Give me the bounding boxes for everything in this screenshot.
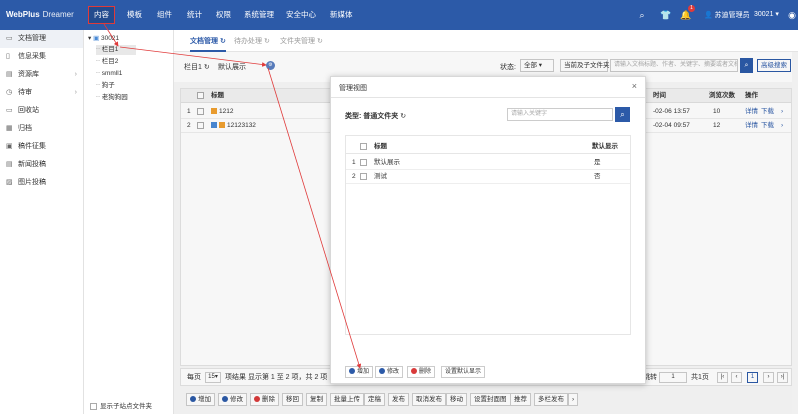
checkbox[interactable]: [90, 402, 97, 410]
sidebar-item-pending[interactable]: ◷ 待审 ›: [0, 84, 83, 102]
row-checkbox[interactable]: [360, 173, 367, 180]
row-default: 是: [594, 159, 601, 166]
user-icon: 👤: [704, 12, 713, 19]
archive-icon: ▦: [6, 125, 13, 132]
brand-logo: WebPlus Dreamer: [6, 10, 74, 19]
view-table: 标题 默认显示 1 默认展示 是 2 测试 否: [345, 135, 631, 335]
sidebar: ▭ 文档管理 ▯ 信息采集 ▤ 资源库 › ◷ 待审 › ▭ 回收站 ▦ 归档 ▣ 稿件征集 ▤ 新…: [0, 30, 84, 414]
nav-permission[interactable]: 权限: [216, 8, 231, 22]
clock-icon: ◷: [6, 89, 13, 96]
tree-node[interactable]: ┄ 栏目2: [96, 57, 118, 67]
sidebar-item-solicit[interactable]: ▣ 稿件征集: [0, 138, 83, 156]
delete-icon: [411, 368, 417, 375]
row-number: 2: [352, 173, 356, 180]
dialog-search-button[interactable]: ⌕: [615, 107, 630, 122]
site-selector[interactable]: 30021 ▾: [754, 10, 779, 18]
table-header: 标题 默认显示: [346, 140, 630, 154]
scrollbar[interactable]: [792, 52, 798, 414]
folder-tree: ▾ ▣ 30021 ┄ 栏目1 ┄ 栏目2 ┄ smmll1 ┄ 狗子 ┄ 老狗…: [84, 30, 174, 414]
tab-pending[interactable]: 待办处理 ↻: [234, 36, 270, 52]
caret-down-icon: ▾: [88, 35, 92, 42]
tab-bar: 文档管理 ↻ 待办处理 ↻ 文件夹管理 ↻: [174, 30, 798, 52]
nav-template[interactable]: 模板: [127, 8, 142, 22]
chevron-right-icon: ›: [74, 71, 77, 78]
row-number: 1: [352, 159, 356, 166]
tree-node[interactable]: ┄ 狗子: [96, 81, 115, 91]
col-title: 标题: [374, 143, 387, 150]
folder-icon: ▭: [6, 35, 13, 42]
eye-icon[interactable]: ◉: [786, 9, 798, 21]
refresh-icon: ↻: [219, 38, 226, 45]
sidebar-item-collect[interactable]: ▯ 信息采集: [0, 48, 83, 66]
manage-view-dialog: 管理视图 × 类型: 普通文件夹 ↻ 请输入关键字 ⌕ 标题 默认显示 1 默认…: [330, 76, 646, 384]
news-icon: ▤: [6, 161, 13, 168]
notification-badge: 1: [688, 5, 695, 12]
site-icon: ▣: [93, 35, 100, 42]
sidebar-item-archive[interactable]: ▦ 归档: [0, 120, 83, 138]
image-icon: ▨: [6, 179, 13, 186]
refresh-icon[interactable]: ↻: [400, 113, 406, 120]
delete-view-button[interactable]: 删除: [407, 366, 436, 378]
row-checkbox[interactable]: [360, 159, 367, 166]
nav-stats[interactable]: 统计: [187, 8, 202, 22]
user-menu[interactable]: 👤 苏迪管理员: [704, 10, 750, 20]
nav-media[interactable]: 新媒体: [330, 8, 353, 22]
refresh-icon: ↻: [316, 38, 323, 45]
nav-component[interactable]: 组件: [157, 8, 172, 22]
divider: [331, 97, 645, 98]
close-icon[interactable]: ×: [632, 81, 637, 91]
trash-icon: ▭: [6, 107, 13, 114]
table-row[interactable]: 1 默认展示 是: [346, 156, 630, 170]
dialog-search-input[interactable]: 请输入关键字: [507, 108, 613, 121]
sidebar-item-resources[interactable]: ▤ 资源库 ›: [0, 66, 83, 84]
row-default: 否: [594, 173, 601, 180]
tab-docs[interactable]: 文档管理 ↻: [190, 36, 226, 52]
search-icon: ⌕: [620, 110, 625, 119]
row-title: 默认展示: [374, 159, 400, 166]
collect-icon: ▣: [6, 143, 13, 150]
search-icon[interactable]: ⌕: [636, 9, 648, 21]
nav-content[interactable]: 内容: [88, 6, 115, 24]
chevron-right-icon: ›: [74, 89, 77, 96]
tab-folders[interactable]: 文件夹管理 ↻: [280, 36, 323, 52]
sidebar-item-news[interactable]: ▤ 新闻投稿: [0, 156, 83, 174]
tree-node[interactable]: ┄ smmll1: [96, 69, 122, 79]
sidebar-item-docs[interactable]: ▭ 文档管理: [0, 30, 83, 48]
add-view-button[interactable]: 增加: [345, 366, 374, 378]
tree-node[interactable]: ┄ 栏目1: [96, 45, 136, 55]
sidebar-item-images[interactable]: ▨ 图片投稿: [0, 174, 83, 192]
row-title: 测试: [374, 173, 387, 180]
show-subsite-folders-toggle[interactable]: 显示子站点文件夹: [90, 400, 152, 410]
top-navbar: WebPlus Dreamer 内容 模板 组件 统计 权限 系统管理 安全中心 …: [0, 0, 798, 30]
file-icon: ▯: [6, 53, 10, 60]
dialog-title: 管理视图: [339, 85, 367, 92]
sidebar-item-recycle[interactable]: ▭ 回收站: [0, 102, 83, 120]
edit-view-button[interactable]: 修改: [375, 366, 404, 378]
refresh-icon: ↻: [263, 38, 270, 45]
tree-node[interactable]: ┄ 老狗狗园: [96, 93, 128, 103]
tree-root[interactable]: ▾ ▣ 30021: [88, 34, 119, 44]
select-all-checkbox[interactable]: [360, 143, 367, 150]
nav-system[interactable]: 系统管理: [244, 8, 274, 22]
nav-security[interactable]: 安全中心: [286, 8, 316, 22]
plus-icon: [349, 368, 355, 375]
shirt-icon[interactable]: 👕: [660, 9, 672, 21]
folder-type: 类型: 普通文件夹 ↻: [345, 113, 407, 120]
table-row[interactable]: 2 测试 否: [346, 170, 630, 184]
set-default-view-button[interactable]: 设置默认显示: [441, 366, 486, 378]
col-default: 默认显示: [592, 143, 618, 150]
edit-icon: [379, 368, 385, 375]
database-icon: ▤: [6, 71, 13, 78]
